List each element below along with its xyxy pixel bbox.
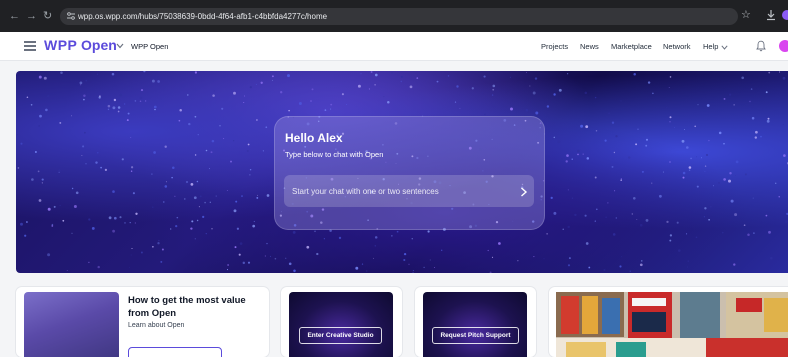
- pitch-support-tile: Request Pitch Support: [423, 292, 527, 357]
- forward-icon[interactable]: →: [26, 9, 37, 23]
- learn-title: How to get the most value from Open: [128, 294, 263, 320]
- enter-creative-studio-button[interactable]: Enter Creative Studio: [299, 327, 382, 344]
- site-settings-icon[interactable]: [66, 11, 76, 21]
- storefront-photo: [556, 292, 788, 357]
- address-bar[interactable]: wpp.os.wpp.com/hubs/75038639-0bdd-4f64-a…: [60, 8, 738, 25]
- send-chevron-icon[interactable]: [520, 187, 528, 197]
- learn-card[interactable]: How to get the most value from Open Lear…: [16, 287, 269, 357]
- chat-panel: Hello Alex Type below to chat with Open: [274, 116, 545, 230]
- app-header: WPP Open WPP Open Projects News Marketpl…: [0, 32, 788, 61]
- browser-profile-avatar[interactable]: [782, 10, 788, 20]
- chat-input[interactable]: [284, 175, 534, 207]
- nav-network[interactable]: Network: [663, 41, 691, 53]
- user-avatar[interactable]: [779, 40, 788, 52]
- bookmark-star-icon[interactable]: ☆: [741, 8, 751, 21]
- hero-banner: Hello Alex Type below to chat with Open: [16, 71, 788, 273]
- back-icon[interactable]: ←: [9, 9, 20, 23]
- nav-projects[interactable]: Projects: [541, 41, 568, 53]
- help-chevron-down-icon[interactable]: [721, 45, 728, 50]
- browser-toolbar: ← → ↻ wpp.os.wpp.com/hubs/75038639-0bdd-…: [0, 0, 788, 32]
- logo-wpp[interactable]: WPP: [44, 35, 77, 55]
- nav-help[interactable]: Help: [703, 41, 718, 53]
- pitch-support-card: Request Pitch Support: [415, 287, 536, 357]
- creative-studio-card: Enter Creative Studio: [281, 287, 402, 357]
- nav-marketplace[interactable]: Marketplace: [611, 41, 652, 53]
- url-text[interactable]: wpp.os.wpp.com/hubs/75038639-0bdd-4f64-a…: [78, 10, 327, 23]
- photo-card[interactable]: [549, 287, 788, 357]
- greeting: Hello Alex: [285, 131, 343, 146]
- logo-open[interactable]: Open: [81, 35, 117, 55]
- menu-icon[interactable]: [24, 41, 36, 51]
- learn-subtitle: Learn about Open: [128, 321, 184, 330]
- notification-bell-icon[interactable]: [756, 40, 766, 52]
- workspace-name: WPP Open: [131, 41, 168, 53]
- reload-icon[interactable]: ↻: [43, 9, 52, 23]
- creative-studio-tile: Enter Creative Studio: [289, 292, 393, 357]
- chevron-down-icon[interactable]: [116, 43, 124, 49]
- request-pitch-support-button[interactable]: Request Pitch Support: [432, 327, 519, 344]
- download-icon[interactable]: [765, 9, 777, 21]
- chat-subtitle: Type below to chat with Open: [285, 150, 383, 160]
- nav-news[interactable]: News: [580, 41, 599, 53]
- learn-button[interactable]: [128, 347, 222, 357]
- learn-thumbnail: [24, 292, 119, 357]
